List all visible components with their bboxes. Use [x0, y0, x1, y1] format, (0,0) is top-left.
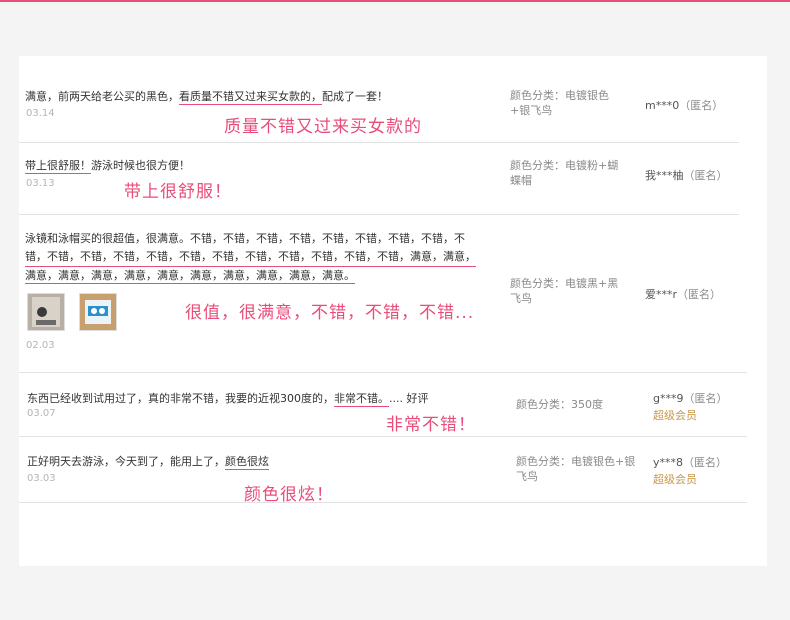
review-text-part: 正好明天去游泳，今天到了，能用上了， — [27, 455, 225, 468]
review-spec: 颜色分类：电镀黑+黑飞鸟 — [510, 277, 619, 305]
review-text: 东西已经收到试用过了，真的非常不错，我要的近视300度的，非常不错。.... 好… — [27, 390, 428, 407]
reviewer-name: g***9（匿名） — [653, 390, 727, 406]
review-text-underlined: 非常不错。 — [334, 392, 389, 407]
review-text-line: 泳镜和泳帽买的很超值，很满意。不错，不错，不错，不错，不错，不错，不错，不错，不 — [25, 232, 465, 245]
review-highlight: 质量不错又过来买女款的 — [224, 117, 422, 137]
vip-badge: 超级会员 — [653, 409, 697, 422]
row-divider — [19, 142, 739, 143]
review-text-part: 东西已经收到试用过了，真的非常不错，我要的近视300度的， — [27, 392, 334, 405]
vip-badge: 超级会员 — [653, 473, 697, 486]
review-text-line-underlined: 满意，满意，满意，满意，满意，满意，满意，满意，满意，满意。 — [25, 269, 355, 284]
review-spec: 颜色分类：电镀银色+银飞鸟 — [510, 89, 609, 117]
row-divider — [19, 436, 747, 437]
review-text: 带上很舒服！游泳时候也很方便！ — [25, 157, 190, 174]
anonymous-tag: （匿名） — [683, 169, 728, 182]
row-divider — [19, 372, 747, 373]
goggle-photo-icon — [28, 294, 64, 330]
review-text-part: .... 好评 — [389, 392, 429, 405]
review-date: 03.14 — [26, 108, 55, 119]
reviewer-nick: m***0 — [645, 99, 680, 112]
review-text-line-underlined: 错，不错，不错，不错，不错，不错，不错，不错，不错，不错，不错，不错，满意，满意… — [25, 248, 476, 267]
review-text-underlined: 颜色很炫 — [225, 455, 269, 470]
review-text-part: 满意，前两天给老公买的黑色， — [25, 90, 179, 103]
top-accent-bar — [0, 0, 790, 2]
review-text-underlined: 看质量不错又过来买女款的， — [179, 90, 322, 105]
reviewer-nick: g***9 — [653, 392, 684, 405]
review-text-part: 配成了一套！ — [322, 90, 388, 103]
reviewer-nick: y***8 — [653, 456, 684, 469]
goggle-package-photo-icon — [80, 294, 116, 330]
reviewer-nick: 爱***r — [645, 288, 678, 301]
review-date: 03.03 — [27, 473, 56, 484]
review-date: 02.03 — [26, 340, 55, 351]
review-highlight: 很值，很满意，不错，不错，不错... — [185, 303, 475, 323]
reviewer-name: m***0（匿名） — [645, 97, 723, 113]
review-text: 正好明天去游泳，今天到了，能用上了，颜色很炫 — [27, 453, 269, 470]
review-highlight: 非常不错！ — [386, 415, 476, 435]
review-spec: 颜色分类：电镀银色+银飞鸟 — [516, 455, 636, 483]
anonymous-tag: （匿名） — [683, 456, 728, 469]
reviewer-name: y***8（匿名） — [653, 454, 727, 470]
anonymous-tag: （匿名） — [679, 99, 724, 112]
anonymous-tag: （匿名） — [677, 288, 722, 301]
reviewer-name: 我***柚（匿名） — [645, 167, 728, 183]
review-text-underlined: 带上很舒服！ — [25, 159, 91, 174]
review-photo-thumbnail[interactable] — [79, 293, 117, 331]
reviewer-nick: 我***柚 — [645, 169, 684, 182]
review-text: 满意，前两天给老公买的黑色，看质量不错又过来买女款的，配成了一套！ — [25, 88, 388, 105]
review-spec: 颜色分类：电镀粉+蝴蝶帽 — [510, 159, 619, 187]
review-list: 满意，前两天给老公买的黑色，看质量不错又过来买女款的，配成了一套！ 03.14 … — [19, 56, 767, 566]
row-divider — [19, 502, 747, 503]
review-date: 03.07 — [27, 408, 56, 419]
reviewer-name: 爱***r（匿名） — [645, 286, 721, 302]
review-photo-thumbnail[interactable] — [27, 293, 65, 331]
review-highlight: 带上很舒服！ — [124, 182, 232, 202]
anonymous-tag: （匿名） — [683, 392, 728, 405]
review-text: 泳镜和泳帽买的很超值，很满意。不错，不错，不错，不错，不错，不错，不错，不错，不… — [25, 230, 480, 284]
review-text-part: 游泳时候也很方便！ — [91, 159, 190, 172]
review-spec: 颜色分类：350度 — [516, 398, 603, 411]
row-divider — [19, 214, 739, 215]
review-date: 03.13 — [26, 178, 55, 189]
